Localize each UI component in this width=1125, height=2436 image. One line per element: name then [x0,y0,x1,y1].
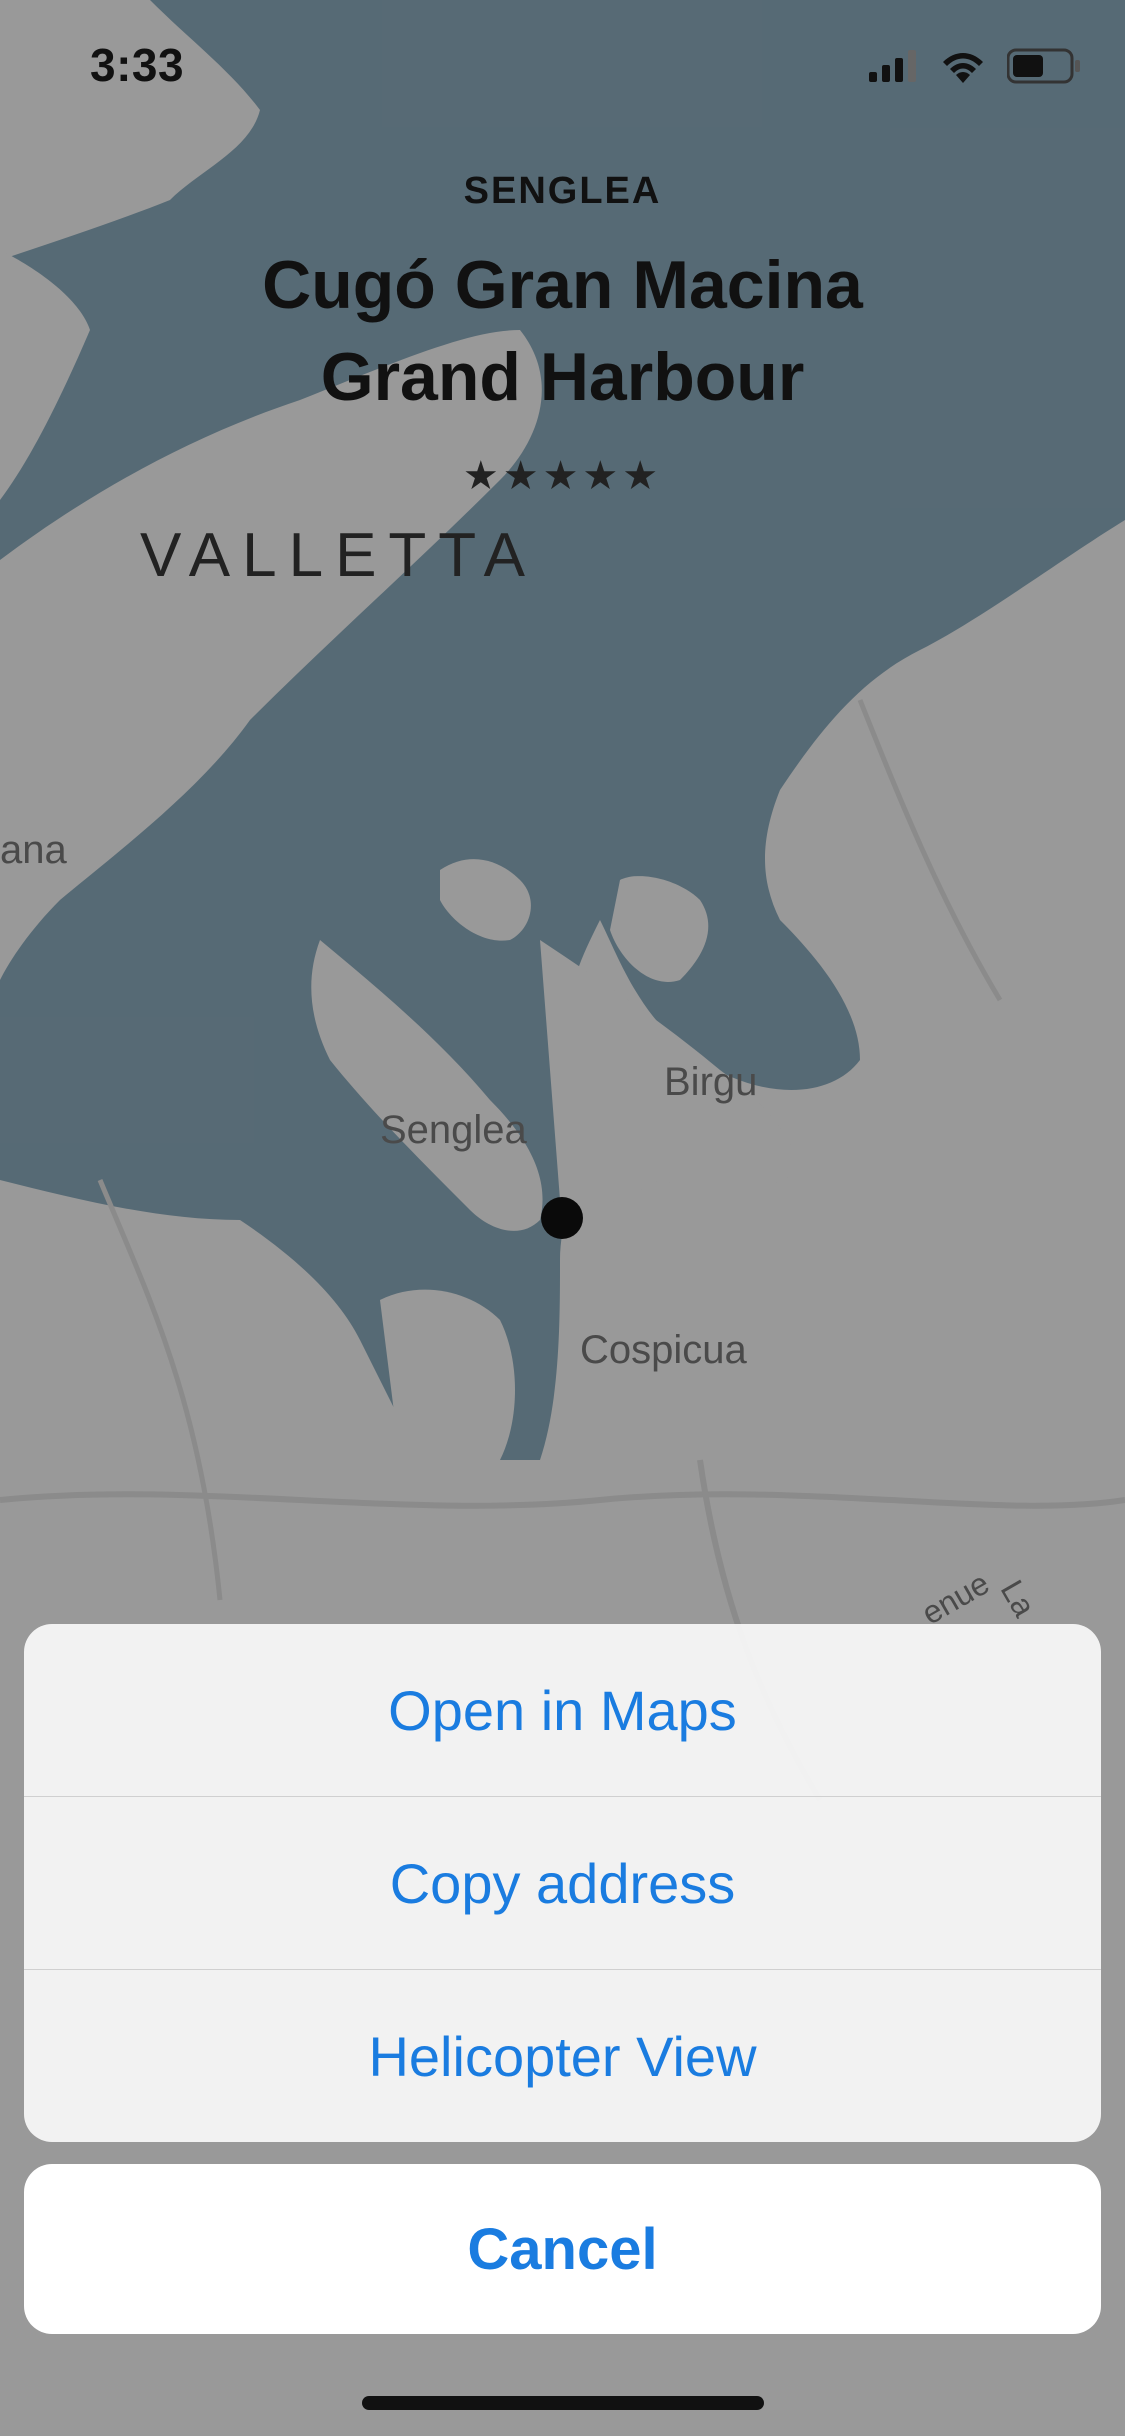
screen: 3:33 SENGLEA Cugó Gran Macina Grand Harb… [0,0,1125,2436]
area-label: SENGLEA [463,170,662,212]
status-icons [869,48,1081,84]
place-name-line1: Cugó Gran Macina [262,247,863,323]
open-in-maps-button[interactable]: Open in Maps [24,1624,1101,1797]
place-header: SENGLEA Cugó Gran Macina Grand Harbour ★… [0,170,1125,499]
map-label-birgu: Birgu [664,1060,758,1104]
action-sheet: Open in Maps Copy address Helicopter Vie… [24,1624,1101,2142]
place-name: Cugó Gran Macina Grand Harbour [0,239,1125,423]
home-indicator[interactable] [362,2396,764,2410]
status-time: 3:33 [90,39,185,91]
helicopter-view-button[interactable]: Helicopter View [24,1970,1101,2142]
battery-icon [1007,48,1080,84]
rating-stars: ★★★★★ [462,454,663,498]
wifi-icon [943,53,983,83]
map-label-floriana: ana [0,828,67,872]
location-pin-icon[interactable] [541,1197,583,1239]
copy-address-button[interactable]: Copy address [24,1797,1101,1970]
cellular-signal-icon [869,50,916,82]
map-label-valletta: VALLETTA [140,521,537,590]
cancel-button[interactable]: Cancel [24,2164,1101,2334]
place-name-line2: Grand Harbour [320,339,805,415]
map-label-cospicua: Cospicua [580,1328,747,1372]
map-label-senglea: Senglea [380,1108,527,1152]
